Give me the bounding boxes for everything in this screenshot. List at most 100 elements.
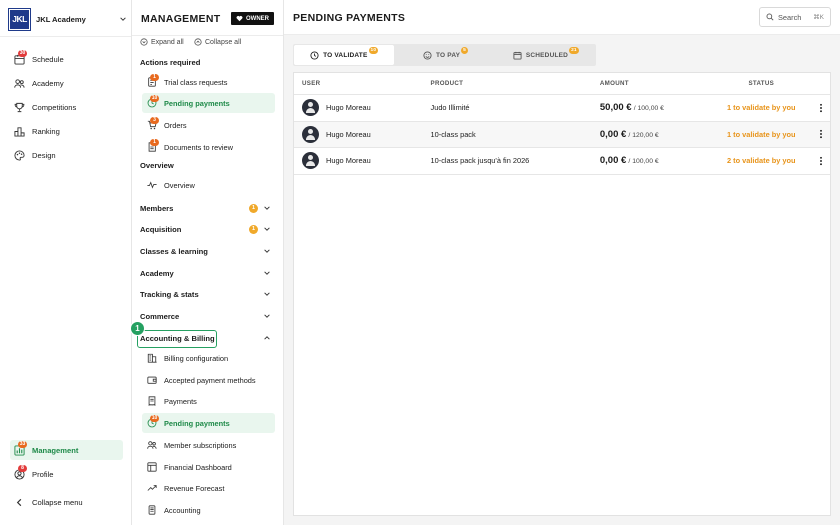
table-row[interactable]: Hugo Moreau Judo Illimité 50,00 € / 100,… xyxy=(294,95,830,122)
menu-item-label: Financial Dashboard xyxy=(164,462,232,472)
management-panel: MANAGEMENT OWNER Expand all Collapse all… xyxy=(132,0,284,525)
palette-icon xyxy=(14,149,25,161)
group-classes-learning[interactable]: Classes & learning xyxy=(140,244,271,258)
menu-item-label: Accepted payment methods xyxy=(164,375,256,385)
receipt-icon xyxy=(147,396,157,406)
rail-item-schedule[interactable]: 30 Schedule xyxy=(10,49,123,69)
menu-item-documents-to-review[interactable]: 1 Documents to review xyxy=(142,137,275,157)
more-options-icon[interactable] xyxy=(816,103,826,113)
divider xyxy=(0,36,131,37)
group-badge: 1 xyxy=(249,224,258,234)
trophy-icon xyxy=(14,102,25,113)
avatar xyxy=(302,99,319,117)
menu-item-accepted-payment-methods[interactable]: Accepted payment methods xyxy=(142,370,275,390)
amount-total: / 120,00 € xyxy=(628,131,659,139)
column-header-product: PRODUCT xyxy=(430,80,464,87)
group-tracking-stats[interactable]: Tracking & stats xyxy=(140,287,271,301)
people-icon xyxy=(14,78,25,89)
menu-item-label: Accounting xyxy=(164,505,201,515)
step-marker: 1 xyxy=(130,321,145,336)
rail-item-academy[interactable]: Academy xyxy=(10,73,123,93)
group-label: Commerce xyxy=(140,311,180,321)
column-header-user: USER xyxy=(302,80,321,87)
rail-item-competitions[interactable]: Competitions xyxy=(10,97,123,117)
group-label: Classes & learning xyxy=(140,246,208,256)
clock-icon xyxy=(310,50,319,60)
tab-badge: 5 xyxy=(461,46,469,54)
menu-item-label: Documents to review xyxy=(164,142,234,152)
group-members[interactable]: Members 1 xyxy=(140,201,271,215)
rail-item-label: Competitions xyxy=(32,102,77,112)
amount-paid: 0,00 € xyxy=(599,155,627,167)
rail-badge: 30 xyxy=(18,49,27,57)
status-text[interactable]: 2 to validate by you xyxy=(727,156,796,165)
rail-badge: 8 xyxy=(18,464,27,472)
chevron-down-icon xyxy=(263,290,271,298)
rail-item-label: Academy xyxy=(32,78,64,88)
owner-label: OWNER xyxy=(246,15,269,22)
menu-item-label: Pending payments xyxy=(164,418,230,428)
product-name: 10-class pack jusqu'à fin 2026 xyxy=(430,156,530,166)
amount-paid: 50,00 € xyxy=(599,102,632,114)
menu-item-orders[interactable]: 3 Orders xyxy=(142,115,275,135)
menu-item-payments[interactable]: Payments xyxy=(142,391,275,411)
chevron-down-icon xyxy=(263,312,271,320)
tab-label: TO PAY xyxy=(435,51,461,59)
avatar xyxy=(302,152,319,170)
menu-item-financial-dashboard[interactable]: Financial Dashboard xyxy=(142,457,275,477)
table-row[interactable]: Hugo Moreau 10-class pack jusqu'à fin 20… xyxy=(294,148,830,175)
search-button[interactable]: Search ⌘K xyxy=(759,7,831,27)
user-name: Hugo Moreau xyxy=(326,129,371,139)
menu-badge: 3 xyxy=(150,117,159,124)
menu-item-overview[interactable]: Overview xyxy=(142,175,275,195)
menu-item-revenue-forecast[interactable]: Revenue Forecast xyxy=(142,478,275,498)
owner-badge: OWNER xyxy=(231,12,274,25)
rail-item-label: Design xyxy=(32,150,56,160)
expand-all-button[interactable]: Expand all xyxy=(140,38,184,46)
chevron-down-icon xyxy=(263,225,271,233)
menu-badge: 10 xyxy=(150,415,159,422)
collapse-all-label: Collapse all xyxy=(205,38,242,46)
menu-item-trial-class-requests[interactable]: 1 Trial class requests xyxy=(142,72,275,92)
menu-item-pending-payments[interactable]: 10 Pending payments xyxy=(142,413,275,433)
rail-item-profile[interactable]: 8 Profile xyxy=(10,464,123,484)
menu-item-member-subscriptions[interactable]: Member subscriptions xyxy=(142,435,275,455)
group-label: Members xyxy=(140,203,174,213)
more-options-icon[interactable] xyxy=(816,129,826,139)
group-academy[interactable]: Academy xyxy=(140,266,271,280)
main-rail: JKL JKL Academy 30 Schedule Academy Comp… xyxy=(0,0,132,525)
more-options-icon[interactable] xyxy=(816,156,826,166)
chevron-left-icon xyxy=(14,497,25,508)
expand-all-label: Expand all xyxy=(151,38,184,46)
table-row[interactable]: Hugo Moreau 10-class pack 0,00 € / 120,0… xyxy=(294,121,830,148)
group-acquisition[interactable]: Acquisition 1 xyxy=(140,222,271,236)
payments-table: USER PRODUCT AMOUNT STATUS Hugo Moreau J… xyxy=(293,72,831,516)
club-switcher[interactable]: JKL JKL Academy xyxy=(8,7,127,31)
group-commerce[interactable]: Commerce xyxy=(140,309,271,323)
collapse-all-button[interactable]: Collapse all xyxy=(194,38,241,46)
status-text[interactable]: 1 to validate by you xyxy=(727,103,796,112)
status-text[interactable]: 1 to validate by you xyxy=(727,130,796,139)
management-icon: 33 xyxy=(14,440,27,456)
menu-item-accounting[interactable]: Accounting xyxy=(142,500,275,520)
amount-paid: 0,00 € xyxy=(599,128,627,140)
tab-to-pay[interactable]: TO PAY 5 xyxy=(395,44,495,66)
rail-item-design[interactable]: Design xyxy=(10,145,123,165)
panel-title: MANAGEMENT xyxy=(141,13,221,25)
rail-item-ranking[interactable]: Ranking xyxy=(10,121,123,141)
tab-scheduled[interactable]: SCHEDULED 21 xyxy=(496,44,596,66)
collapse-menu-button[interactable]: Collapse menu xyxy=(10,492,123,512)
user-icon: 8 xyxy=(14,464,27,480)
rail-item-management[interactable]: 33 Management xyxy=(10,440,123,460)
smile-icon xyxy=(423,50,432,60)
menu-item-label: Overview xyxy=(164,180,195,190)
menu-item-billing-configuration[interactable]: Billing configuration xyxy=(142,348,275,368)
menu-item-pending-payments-action[interactable]: 10 Pending payments xyxy=(142,93,275,113)
product-name: 10-class pack xyxy=(430,129,476,139)
main-header: PENDING PAYMENTS Search ⌘K xyxy=(284,0,840,35)
trial-icon: 1 xyxy=(147,74,159,87)
group-badge: 1 xyxy=(249,203,258,213)
amount-total: / 100,00 € xyxy=(633,105,664,113)
tab-to-validate[interactable]: TO VALIDATE 10 xyxy=(294,45,395,65)
podium-icon xyxy=(14,126,25,137)
